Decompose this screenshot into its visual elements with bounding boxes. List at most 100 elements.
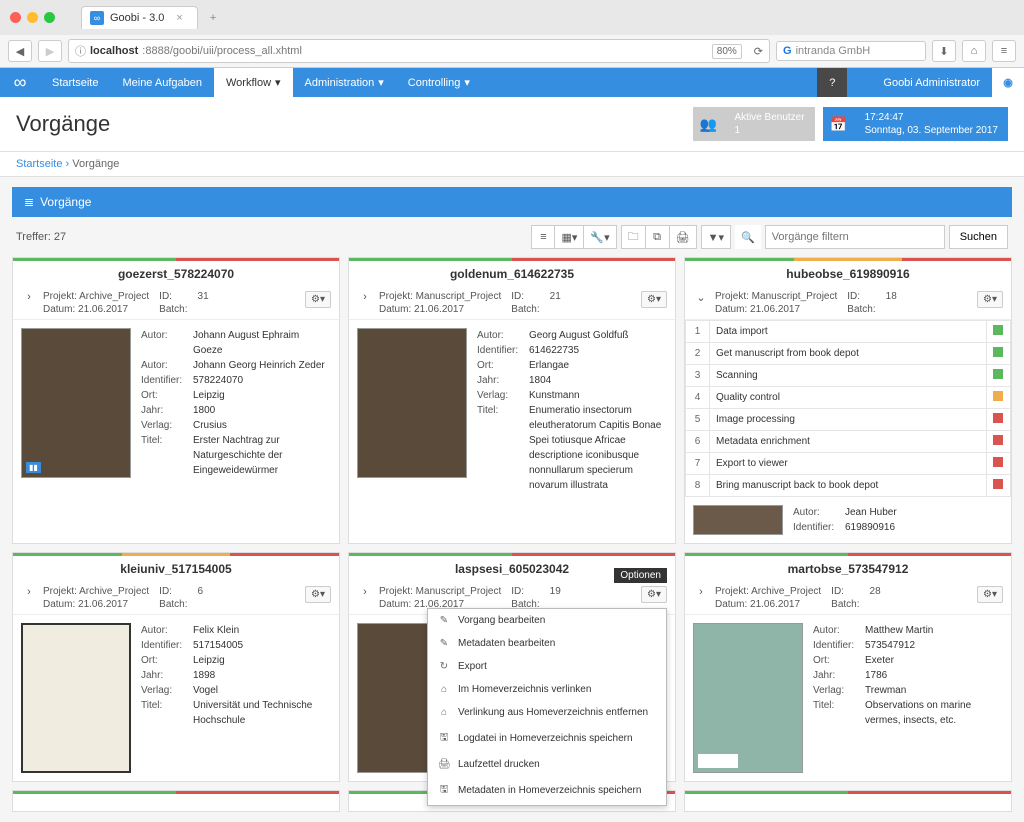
vendor-logo-icon[interactable]: ◉ bbox=[992, 68, 1024, 97]
action-copy-button[interactable]: ⧉ bbox=[646, 225, 670, 249]
step-row[interactable]: 5Image processing bbox=[686, 409, 1011, 431]
process-card: kleiuniv_517154005›Projekt: Archive_Proj… bbox=[12, 552, 340, 782]
new-tab-icon[interactable]: + bbox=[210, 12, 216, 24]
user-menu[interactable]: Goobi Administrator bbox=[871, 68, 992, 97]
maximize-window-icon[interactable] bbox=[44, 12, 55, 23]
action-print-button[interactable]: 🖨 bbox=[670, 225, 697, 249]
status-icon bbox=[993, 435, 1003, 445]
card-title: kleiuniv_517154005 bbox=[13, 556, 339, 582]
chevron-right-icon[interactable]: › bbox=[693, 586, 709, 598]
step-row[interactable]: 1Data import bbox=[686, 321, 1011, 343]
thumbnail[interactable] bbox=[693, 623, 803, 773]
options-button[interactable]: ⚙▾ bbox=[305, 291, 331, 308]
status-icon bbox=[993, 391, 1003, 401]
active-users-box: 👥 Aktive Benutzer1 bbox=[693, 107, 815, 141]
status-icon bbox=[993, 325, 1003, 335]
dropdown-item-icon: ✎ bbox=[438, 638, 450, 649]
address-bar[interactable]: ⓘ localhost :8888/goobi/uii/process_all.… bbox=[68, 39, 770, 63]
dropdown-item-label: Im Homeverzeichnis verlinken bbox=[458, 684, 591, 695]
dropdown-item[interactable]: 🖨Laufzettel drucken bbox=[428, 753, 666, 776]
dropdown-item[interactable]: 🖫Metadaten in Homeverzeichnis speichern bbox=[428, 776, 666, 805]
options-button[interactable]: ⚙▾ bbox=[977, 586, 1003, 603]
google-icon: G bbox=[783, 45, 792, 57]
chevron-right-icon[interactable]: › bbox=[21, 586, 37, 598]
filter-button[interactable]: ▼▾ bbox=[701, 225, 731, 249]
dropdown-item-label: Vorgang bearbeiten bbox=[458, 615, 545, 626]
view-grid-button[interactable]: ▦▾ bbox=[555, 225, 584, 249]
download-icon[interactable]: ⬇ bbox=[932, 40, 956, 62]
calendar-icon: 📅 bbox=[823, 107, 855, 141]
options-button[interactable]: ⚙▾ bbox=[641, 291, 667, 308]
options-button[interactable]: ⚙▾ bbox=[977, 291, 1003, 308]
browser-tab[interactable]: ∞ Goobi - 3.0 × bbox=[81, 6, 198, 29]
options-button[interactable]: ⚙▾ bbox=[641, 586, 667, 603]
options-button[interactable]: ⚙▾ bbox=[305, 586, 331, 603]
dropdown-item[interactable]: ⌂ Verlinkung aus Homeverzeichnis entferne… bbox=[428, 701, 666, 724]
language-flag-icon[interactable] bbox=[847, 68, 871, 97]
chevron-right-icon[interactable]: › bbox=[357, 291, 373, 303]
tab-close-icon[interactable]: × bbox=[176, 12, 182, 24]
info-icon: ⓘ bbox=[75, 43, 86, 59]
nav-administration[interactable]: Administration ▾ bbox=[293, 68, 396, 97]
caret-down-icon: ▾ bbox=[378, 76, 384, 89]
dropdown-item[interactable]: ✎Metadaten bearbeiten bbox=[428, 632, 666, 655]
process-card: martobse_573547912›Projekt: Archive_Proj… bbox=[684, 552, 1012, 782]
nav-workflow[interactable]: Workflow ▾ bbox=[214, 68, 293, 97]
chevron-down-icon[interactable]: ⌄ bbox=[693, 291, 709, 304]
dropdown-item-label: Export bbox=[458, 661, 487, 672]
workflow-steps: 1Data import2Get manuscript from book de… bbox=[685, 320, 1011, 497]
dropdown-item[interactable]: ⌂Im Homeverzeichnis verlinken bbox=[428, 678, 666, 701]
action-folder-button[interactable]: 🗀 bbox=[621, 225, 646, 249]
url-host: localhost bbox=[90, 45, 138, 57]
step-row[interactable]: 2Get manuscript from book depot bbox=[686, 343, 1011, 365]
reload-icon[interactable]: ⟳ bbox=[754, 45, 763, 58]
top-nav: ∞ Startseite Meine Aufgaben Workflow ▾ A… bbox=[0, 68, 1024, 97]
dropdown-item-icon: ✎ bbox=[438, 615, 450, 626]
step-row[interactable]: 8Bring manuscript back to book depot bbox=[686, 475, 1011, 497]
home-icon[interactable]: ⌂ bbox=[962, 40, 986, 62]
page-header: Vorgänge 👥 Aktive Benutzer1 📅 17:24:47So… bbox=[0, 97, 1024, 152]
zoom-level[interactable]: 80% bbox=[712, 44, 742, 59]
dropdown-item[interactable]: ↻ Export bbox=[428, 655, 666, 678]
chevron-right-icon[interactable]: › bbox=[21, 291, 37, 303]
search-icon: 🔍 bbox=[735, 225, 761, 249]
nav-startseite[interactable]: Startseite bbox=[40, 68, 110, 97]
step-row[interactable]: 4Quality control bbox=[686, 387, 1011, 409]
close-window-icon[interactable] bbox=[10, 12, 21, 23]
forward-button[interactable]: ▶ bbox=[38, 40, 62, 62]
nav-meine-aufgaben[interactable]: Meine Aufgaben bbox=[110, 68, 214, 97]
window-controls bbox=[10, 12, 55, 23]
chevron-right-icon[interactable]: › bbox=[357, 586, 373, 598]
back-button[interactable]: ◀ bbox=[8, 40, 32, 62]
step-row[interactable]: 3Scanning bbox=[686, 365, 1011, 387]
dropdown-item-icon: ↻ bbox=[438, 661, 450, 672]
step-row[interactable]: 6Metadata enrichment bbox=[686, 431, 1011, 453]
search-button[interactable]: Suchen bbox=[949, 225, 1008, 249]
browser-search[interactable]: G intranda GmbH bbox=[776, 41, 926, 61]
step-row[interactable]: 7Export to viewer bbox=[686, 453, 1011, 475]
menu-icon[interactable]: ≡ bbox=[992, 40, 1016, 62]
list-icon: ≣ bbox=[24, 195, 34, 209]
card-meta: Projekt: Archive_ProjectDatum: 21.06.201… bbox=[715, 586, 971, 610]
server-date: Sonntag, 03. September 2017 bbox=[865, 125, 998, 136]
filter-input[interactable] bbox=[765, 225, 945, 249]
thumbnail[interactable] bbox=[357, 328, 467, 478]
help-button[interactable]: ? bbox=[817, 68, 847, 97]
app-logo-icon[interactable]: ∞ bbox=[0, 68, 40, 97]
nav-controlling[interactable]: Controlling ▾ bbox=[396, 68, 482, 97]
dropdown-item-icon: ⌂ bbox=[438, 707, 450, 718]
dropdown-item-label: Verlinkung aus Homeverzeichnis entfernen bbox=[458, 707, 648, 718]
breadcrumb-home[interactable]: Startseite bbox=[16, 158, 62, 170]
settings-button[interactable]: 🔧▾ bbox=[584, 225, 616, 249]
process-card: goezerst_578224070›Projekt: Archive_Proj… bbox=[12, 257, 340, 544]
dropdown-item[interactable]: ✎ Vorgang bearbeiten bbox=[428, 609, 666, 632]
minimize-window-icon[interactable] bbox=[27, 12, 38, 23]
thumbnail[interactable] bbox=[21, 623, 131, 773]
tab-title: Goobi - 3.0 bbox=[110, 12, 164, 24]
thumbnail[interactable]: ▮▮ bbox=[21, 328, 131, 478]
view-list-button[interactable]: ≡ bbox=[531, 225, 555, 249]
card-details: Autor:Johann August Ephraim GoezeAutor:J… bbox=[141, 328, 331, 535]
toolbar: Treffer: 27 ≡ ▦▾ 🔧▾ 🗀 ⧉ 🖨 ▼▾ 🔍 Suchen bbox=[12, 217, 1012, 257]
datetime-box: 📅 17:24:47Sonntag, 03. September 2017 bbox=[823, 107, 1008, 141]
dropdown-item[interactable]: 🖫Logdatei in Homeverzeichnis speichern bbox=[428, 724, 666, 753]
